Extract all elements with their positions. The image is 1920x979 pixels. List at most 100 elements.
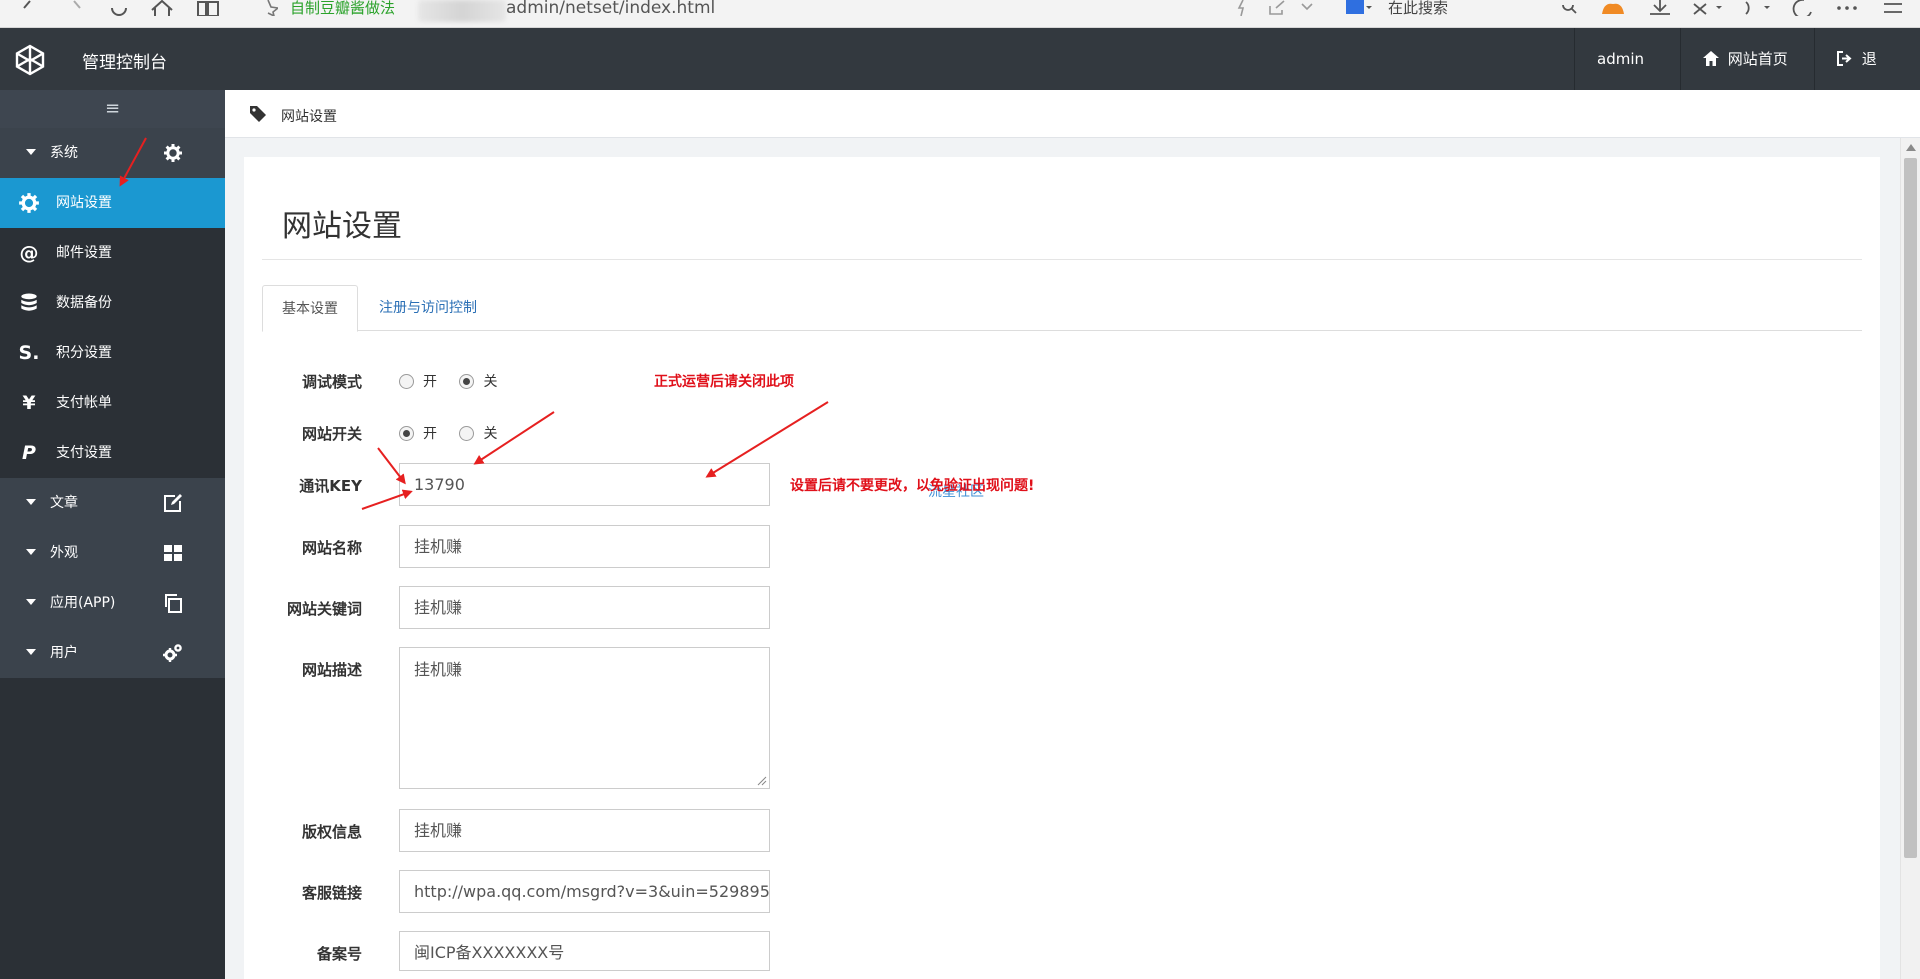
site-keywords-label: 网站关键词: [286, 600, 362, 618]
scroll-up-icon[interactable]: [1906, 144, 1916, 151]
logout-link[interactable]: 退出: [1814, 28, 1900, 130]
divider: [262, 259, 1862, 260]
site-desc-textarea[interactable]: 挂机赚: [399, 647, 770, 789]
caret-down-icon: [26, 599, 36, 605]
home-icon[interactable]: [150, 0, 174, 28]
brand-title[interactable]: 管理控制台: [82, 48, 167, 73]
copyright-input[interactable]: 挂机赚: [399, 809, 770, 852]
scissors-icon[interactable]: [1690, 0, 1724, 28]
comm-key-input[interactable]: 13790: [399, 463, 770, 506]
radio-checked: [459, 374, 475, 389]
site-home-link[interactable]: 网站首页: [1680, 28, 1814, 90]
site-desc-label: 网站描述: [301, 661, 362, 679]
sidebar-group-system[interactable]: 系统: [0, 128, 225, 178]
page-scrollbar[interactable]: [1900, 138, 1920, 979]
sidebar-group-articles[interactable]: 文章: [0, 478, 225, 528]
sidebar-item-mail-settings[interactable]: @ 邮件设置: [0, 228, 225, 278]
radio-label: 关: [483, 426, 498, 442]
service-link-label: 客服链接: [301, 884, 362, 902]
sidebar-group-label: 外观: [50, 545, 78, 561]
radio-label: 开: [423, 374, 437, 390]
sidebar-group-appearance[interactable]: 外观: [0, 528, 225, 578]
icp-label: 备案号: [316, 945, 362, 963]
sidebar-item-payment-settings[interactable]: P 支付设置: [0, 428, 225, 478]
search-box[interactable]: 在此搜索: [1388, 0, 1448, 16]
bookmark-link[interactable]: 自制豆瓣酱做法: [290, 0, 395, 16]
share-icon[interactable]: [1268, 0, 1286, 28]
refresh-icon[interactable]: [108, 0, 130, 28]
search-icon[interactable]: [1560, 0, 1578, 28]
site-desc-value: 挂机赚: [414, 660, 463, 679]
tab-bar: 基本设置 注册与访问控制: [262, 285, 1862, 332]
sidebar-item-data-backup[interactable]: 数据备份: [0, 278, 225, 328]
comm-key-note: 设置后请不要更改，以免验证出现问题!: [790, 478, 1035, 494]
breadcrumb-label: 网站设置: [281, 109, 337, 125]
chevron-down-icon[interactable]: [1300, 0, 1314, 28]
debug-mode-on[interactable]: 开: [399, 371, 437, 391]
service-link-input[interactable]: http://wpa.qq.com/msgrd?v=3&uin=529895: [399, 870, 770, 913]
sidebar-group-label: 应用(APP): [50, 595, 116, 611]
sidebar-item-points-settings[interactable]: S. 积分设置: [0, 328, 225, 378]
site-switch-off[interactable]: 关: [459, 423, 497, 443]
site-switch-radios: 开 关: [399, 423, 515, 443]
home-icon: [1703, 51, 1719, 66]
caret-down-icon: [26, 649, 36, 655]
resize-handle-icon[interactable]: [757, 776, 767, 786]
site-switch-on[interactable]: 开: [399, 423, 437, 443]
hamburger-icon[interactable]: [1882, 0, 1904, 28]
top-navbar: 管理控制台 admin 网站首页 退出: [0, 28, 1920, 130]
tag-icon: [250, 106, 266, 122]
gear-icon: [19, 193, 39, 213]
sidebar-group-apps[interactable]: 应用(APP): [0, 578, 225, 628]
sidebar-item-label: 网站设置: [56, 195, 112, 211]
star-icon[interactable]: [258, 0, 278, 28]
sidebar-item-label: 邮件设置: [56, 245, 112, 261]
forward-icon[interactable]: [70, 0, 84, 28]
at-icon: @: [19, 242, 39, 264]
lightning-icon[interactable]: [1236, 0, 1248, 28]
radio-checked: [399, 426, 414, 441]
reader-icon[interactable]: [196, 0, 220, 28]
sidebar-group-label: 文章: [50, 495, 78, 511]
back-icon[interactable]: [20, 0, 34, 28]
game-icon[interactable]: [1600, 0, 1626, 28]
sidebar-item-label: 支付帐单: [56, 395, 112, 411]
more-icon[interactable]: [1836, 0, 1858, 28]
tab-basic-settings[interactable]: 基本设置: [262, 285, 358, 332]
debug-mode-radios: 开 关: [399, 371, 515, 391]
sidebar: ≡ 系统 网站设置 @ 邮件设置 数据备份 S. 积分设置 ¥ 支付帐单 P 支…: [0, 90, 225, 979]
caret-down-icon: [26, 499, 36, 505]
edit-icon: [164, 494, 182, 512]
logout-icon: [1837, 51, 1852, 66]
caret-down-icon: [26, 549, 36, 555]
sidebar-group-users[interactable]: 用户: [0, 628, 225, 678]
debug-mode-off[interactable]: 关: [459, 371, 497, 391]
moon-icon[interactable]: [1792, 0, 1812, 28]
icp-input[interactable]: 闽ICP备XXXXXXX号: [399, 931, 770, 971]
scrollbar-thumb[interactable]: [1904, 158, 1917, 858]
user-menu[interactable]: admin: [1574, 28, 1680, 123]
logo-icon[interactable]: [14, 44, 46, 76]
tab-registration-access[interactable]: 注册与访问控制: [360, 285, 496, 332]
caret-down-icon: [26, 149, 36, 155]
sidebar-toggle[interactable]: ≡: [0, 90, 225, 128]
address-bar[interactable]: admin/netset/index.html: [506, 0, 715, 22]
grid-icon: [164, 545, 182, 561]
sidebar-group-label: 系统: [50, 145, 78, 161]
sidebar-item-site-settings[interactable]: 网站设置: [0, 178, 225, 228]
radio-unchecked: [399, 374, 414, 389]
undo-icon[interactable]: [1740, 0, 1774, 28]
radio-label: 开: [423, 426, 437, 442]
comm-key-label: 通讯KEY: [299, 477, 362, 495]
debug-mode-note: 正式运营后请关闭此项: [654, 374, 794, 390]
site-keywords-input[interactable]: 挂机赚: [399, 586, 770, 629]
copyright-label: 版权信息: [301, 823, 362, 841]
user-menu-label: admin: [1597, 50, 1644, 68]
download-icon[interactable]: [1648, 0, 1672, 28]
site-switch-label: 网站开关: [301, 425, 362, 443]
paypal-icon: P: [22, 442, 36, 464]
sidebar-item-payment-bills[interactable]: ¥ 支付帐单: [0, 378, 225, 428]
paw-search-icon[interactable]: [1346, 0, 1372, 28]
page-title: 网站设置: [282, 209, 402, 244]
site-name-input[interactable]: 挂机赚: [399, 525, 770, 568]
